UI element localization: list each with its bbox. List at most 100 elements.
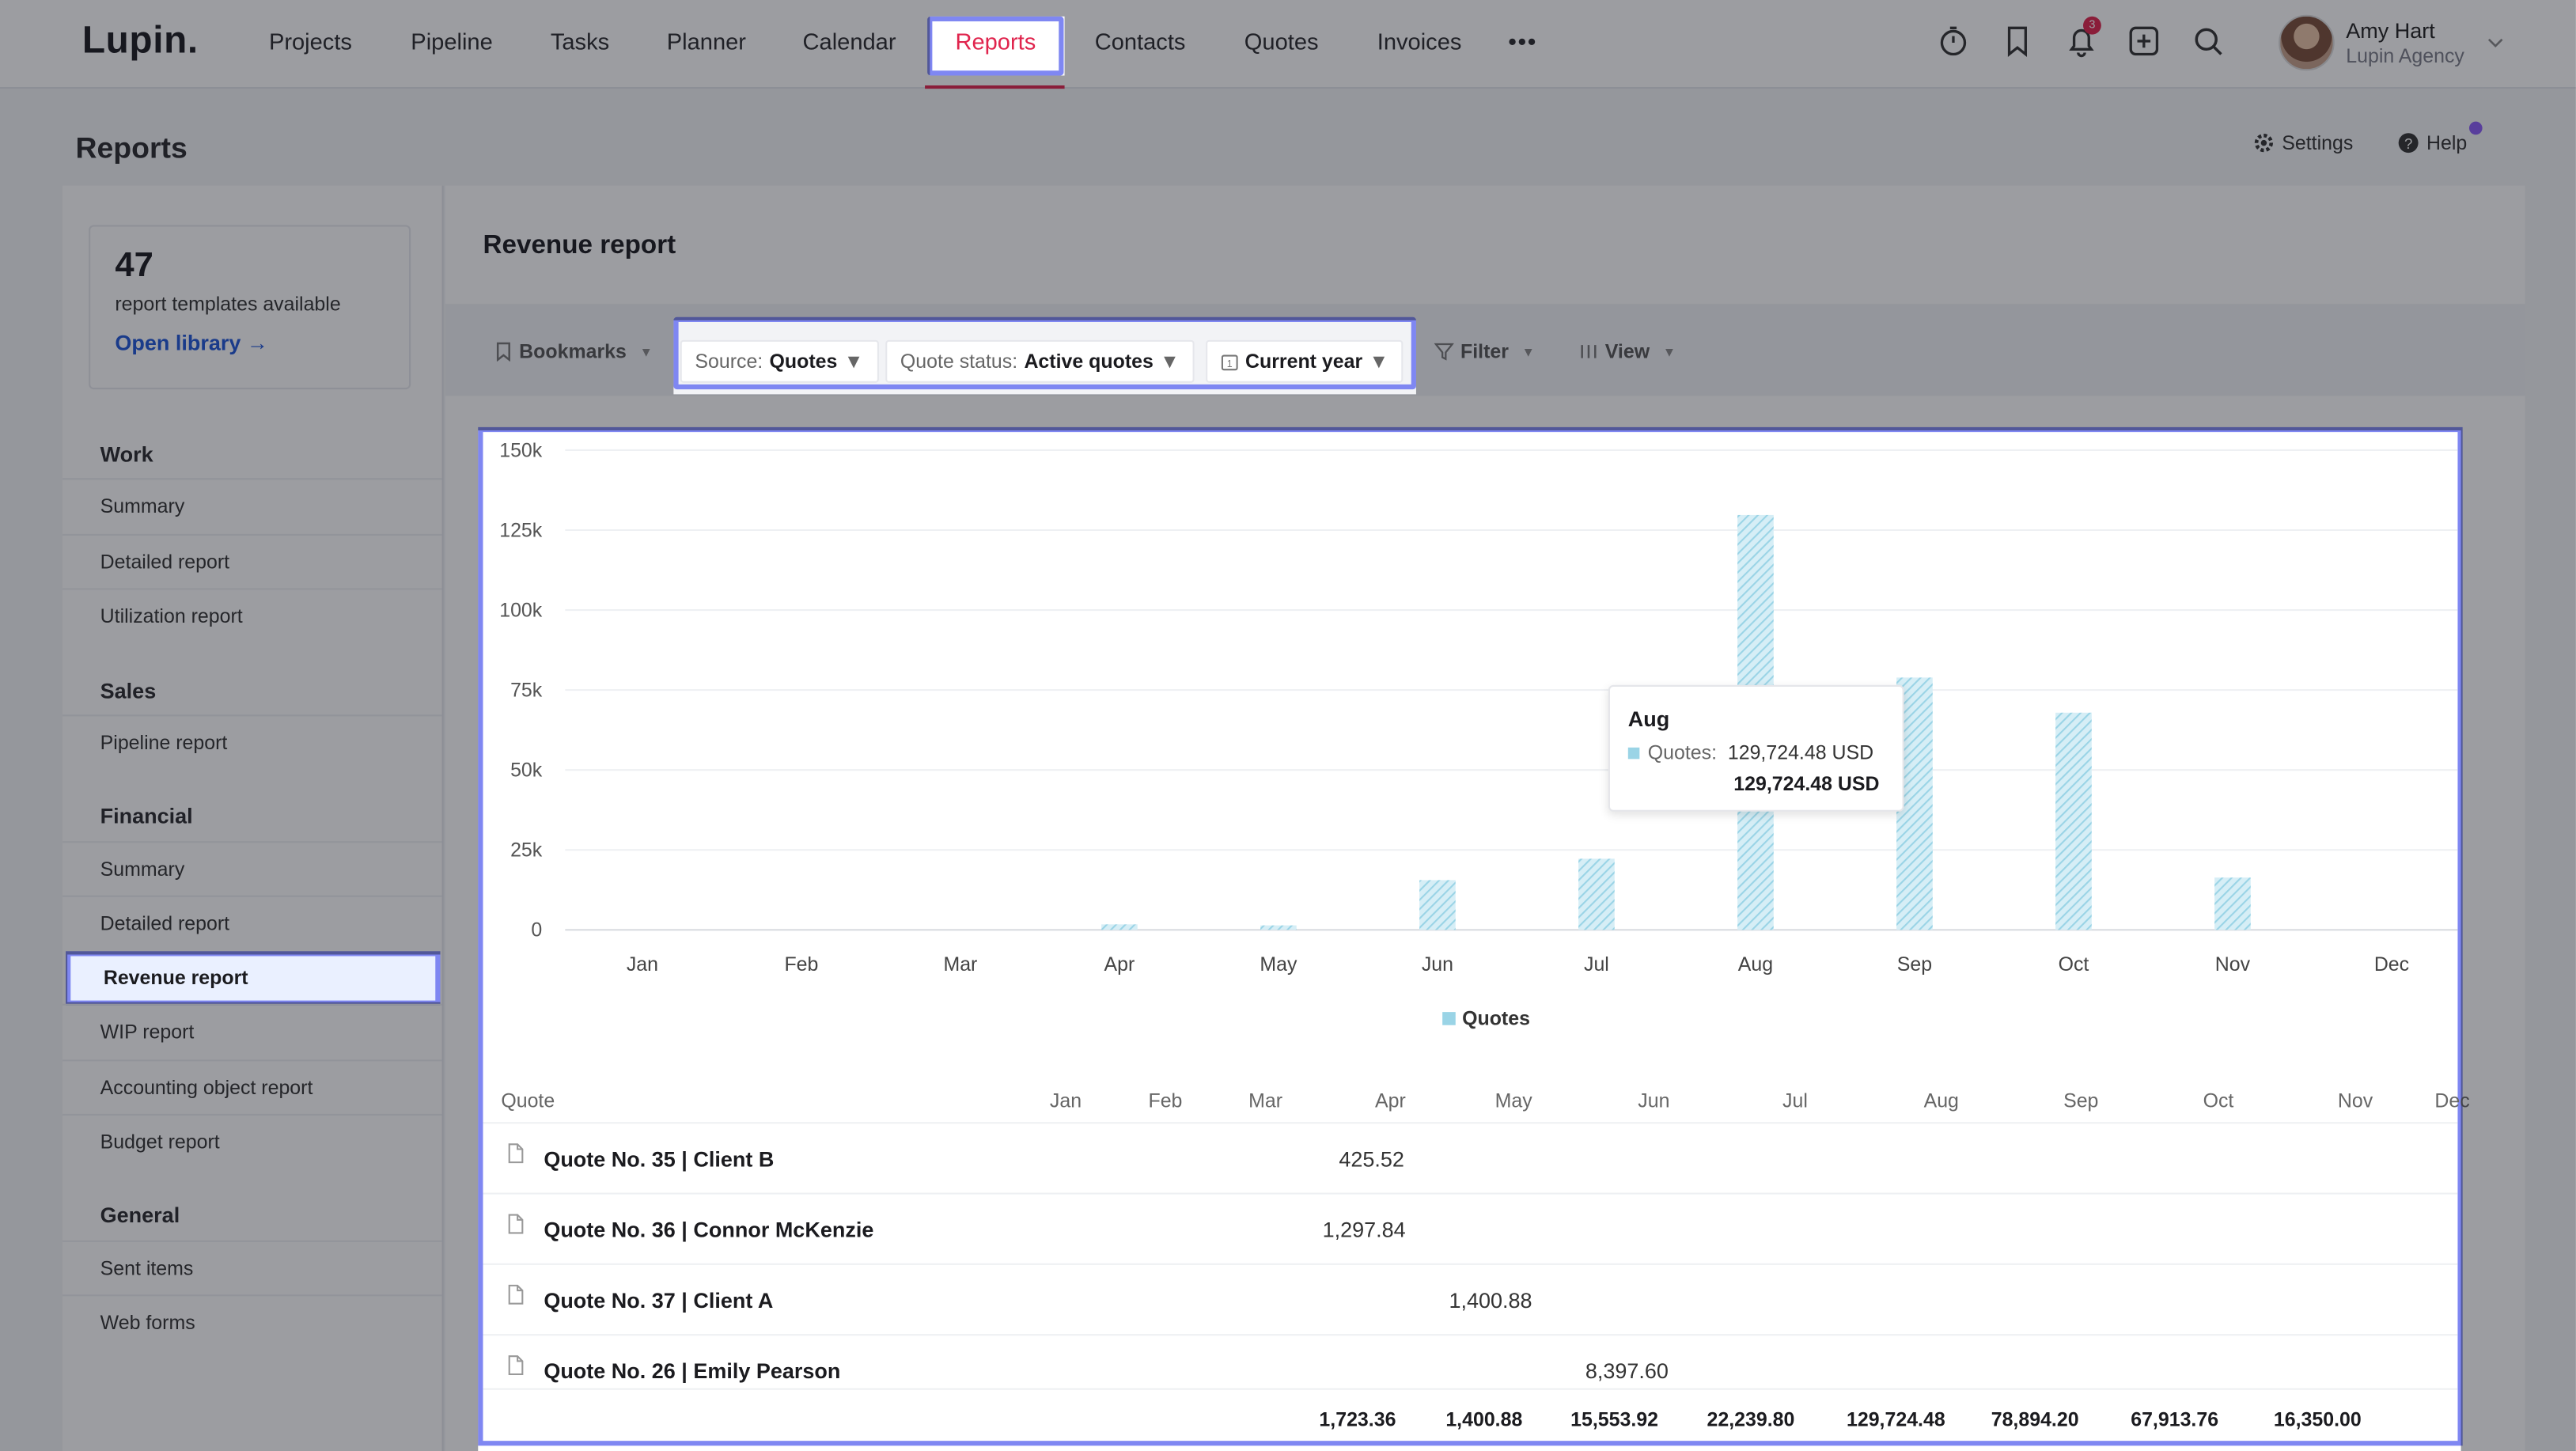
- caret-icon: ▼: [1662, 344, 1676, 359]
- bar-apr[interactable]: [1101, 924, 1138, 930]
- period-dropdown[interactable]: 1 Current year ▼: [1206, 339, 1404, 383]
- bar-jul[interactable]: [1578, 858, 1615, 930]
- filter-button[interactable]: Filter ▼: [1434, 334, 1535, 370]
- section-financial: Financial: [100, 803, 193, 828]
- settings-button[interactable]: Settings: [2252, 131, 2353, 154]
- legend-swatch-icon: [1442, 1012, 1456, 1025]
- app-logo[interactable]: Lupin.: [82, 18, 199, 63]
- tooltip-label: Quotes:: [1647, 741, 1718, 764]
- x-tick-label: May: [1260, 953, 1297, 976]
- bar-oct[interactable]: [2055, 712, 2092, 930]
- quote-name[interactable]: Quote No. 37 | Client A: [544, 1288, 773, 1313]
- sidebar-item-work-detailed[interactable]: Detailed report: [62, 533, 442, 589]
- col-feb[interactable]: Feb: [1148, 1089, 1182, 1112]
- avatar[interactable]: [2279, 14, 2335, 71]
- library-text: report templates available: [115, 292, 341, 316]
- nav-invoices[interactable]: Invoices: [1354, 17, 1485, 76]
- gear-icon: [2254, 134, 2274, 153]
- filters-highlight: Source: Quotes ▼ Quote status: Active quote…: [673, 316, 1416, 390]
- nav-tasks[interactable]: Tasks: [528, 17, 632, 76]
- bookmarks-dropdown[interactable]: Bookmarks ▼: [494, 334, 653, 370]
- nav-planner[interactable]: Planner: [644, 17, 769, 76]
- tooltip-total: 129,724.48 USD: [1733, 771, 1880, 796]
- nav-calendar[interactable]: Calendar: [779, 17, 919, 76]
- col-apr[interactable]: Apr: [1375, 1089, 1406, 1112]
- y-tick-label: 25k: [510, 839, 543, 862]
- sidebar-item-utilization[interactable]: Utilization report: [62, 588, 442, 642]
- nav-quotes[interactable]: Quotes: [1222, 17, 1342, 76]
- nav-reports[interactable]: Reports: [927, 16, 1064, 76]
- table-row[interactable]: Quote No. 37 | Client A 1,400.88: [483, 1263, 2458, 1334]
- svg-text:1: 1: [1227, 358, 1233, 369]
- x-tick-label: Jun: [1422, 953, 1453, 976]
- series-swatch-icon: [1627, 747, 1640, 760]
- sidebar-item-sent-items[interactable]: Sent items: [62, 1240, 442, 1295]
- sidebar-item-wip[interactable]: WIP report: [62, 1003, 442, 1059]
- nav-pipeline[interactable]: Pipeline: [388, 17, 516, 76]
- library-card: 47 report templates available Open libra…: [89, 225, 411, 390]
- sidebar-item-accounting-object[interactable]: Accounting object report: [62, 1059, 442, 1114]
- nav-more-icon[interactable]: •••: [1485, 17, 1560, 76]
- tooltip-row: Quotes: 129,724.48 USD: [1627, 741, 1873, 764]
- user-name[interactable]: Amy Hart: [2346, 18, 2434, 43]
- document-icon: [508, 1284, 524, 1305]
- quote-status-dropdown[interactable]: Quote status: Active quotes ▼: [885, 339, 1195, 383]
- col-jan[interactable]: Jan: [1050, 1089, 1082, 1112]
- search-icon[interactable]: [2190, 23, 2226, 59]
- source-dropdown[interactable]: Source: Quotes ▼: [680, 339, 879, 383]
- total-oct: 67,913.76: [2131, 1407, 2219, 1431]
- sidebar-item-budget[interactable]: Budget report: [62, 1113, 442, 1169]
- bar-nov[interactable]: [2214, 877, 2251, 930]
- col-mar[interactable]: Mar: [1248, 1089, 1282, 1112]
- sidebar-item-fin-detailed[interactable]: Detailed report: [62, 895, 442, 950]
- timer-icon[interactable]: [1935, 23, 1972, 59]
- tooltip-month: Aug: [1627, 706, 1670, 732]
- add-icon[interactable]: [2126, 23, 2162, 59]
- table-row[interactable]: Quote No. 36 | Connor McKenzie 1,297.84: [483, 1192, 2458, 1263]
- col-may[interactable]: May: [1495, 1089, 1532, 1112]
- user-org: Lupin Agency: [2346, 44, 2464, 68]
- view-button[interactable]: View ▼: [1579, 334, 1676, 370]
- sidebar-item-web-forms[interactable]: Web forms: [62, 1294, 442, 1349]
- page-title: Reports: [75, 131, 188, 165]
- col-dec[interactable]: Dec: [2434, 1089, 2469, 1112]
- sidebar-item-revenue-report[interactable]: Revenue report: [66, 951, 441, 1006]
- y-tick-label: 125k: [499, 519, 543, 541]
- y-tick-label: 150k: [499, 439, 543, 461]
- section-sales: Sales: [100, 678, 157, 703]
- bar-may[interactable]: [1260, 925, 1297, 930]
- quote-name[interactable]: Quote No. 35 | Client B: [544, 1146, 774, 1171]
- bookmark-icon[interactable]: [1999, 23, 2036, 59]
- x-tick-label: Jul: [1584, 953, 1609, 976]
- active-nav-underline: [925, 85, 1065, 89]
- x-tick-label: Apr: [1104, 953, 1135, 976]
- notification-badge: 3: [2083, 16, 2101, 35]
- sidebar-item-work-summary[interactable]: Summary: [62, 478, 442, 532]
- bar-jun[interactable]: [1419, 880, 1456, 930]
- quote-name[interactable]: Quote No. 26 | Emily Pearson: [544, 1358, 840, 1383]
- sidebar-item-fin-summary[interactable]: Summary: [62, 841, 442, 896]
- chart-legend[interactable]: Quotes: [1442, 1007, 1530, 1030]
- table-header: Quote Jan Feb Mar Apr May Jun Jul Aug Se…: [483, 1081, 2469, 1127]
- table-header-quote[interactable]: Quote: [501, 1089, 555, 1112]
- total-may: 1,400.88: [1445, 1407, 1523, 1431]
- help-label: Help: [2426, 131, 2468, 155]
- col-nov[interactable]: Nov: [2338, 1089, 2373, 1112]
- chart-tooltip: Aug Quotes: 129,724.48 USD 129,724.48 US…: [1608, 684, 1904, 812]
- quote-name[interactable]: Quote No. 36 | Connor McKenzie: [544, 1218, 873, 1242]
- col-aug[interactable]: Aug: [1924, 1089, 1959, 1112]
- sidebar-item-pipeline[interactable]: Pipeline report: [62, 714, 442, 769]
- col-jun[interactable]: Jun: [1638, 1089, 1669, 1112]
- y-tick-label: 75k: [510, 679, 543, 701]
- col-sep[interactable]: Sep: [2063, 1089, 2098, 1112]
- col-jul[interactable]: Jul: [1782, 1089, 1808, 1112]
- open-library-link[interactable]: Open library →: [115, 330, 268, 354]
- chevron-down-icon[interactable]: [2486, 33, 2506, 53]
- nav-contacts[interactable]: Contacts: [1072, 17, 1209, 76]
- col-oct[interactable]: Oct: [2203, 1089, 2234, 1112]
- help-button[interactable]: ? Help: [2397, 131, 2468, 155]
- caret-icon: ▼: [1369, 350, 1389, 373]
- caret-icon: ▼: [1160, 350, 1180, 373]
- nav-projects[interactable]: Projects: [246, 17, 375, 76]
- table-row[interactable]: Quote No. 35 | Client B 425.52: [483, 1122, 2458, 1192]
